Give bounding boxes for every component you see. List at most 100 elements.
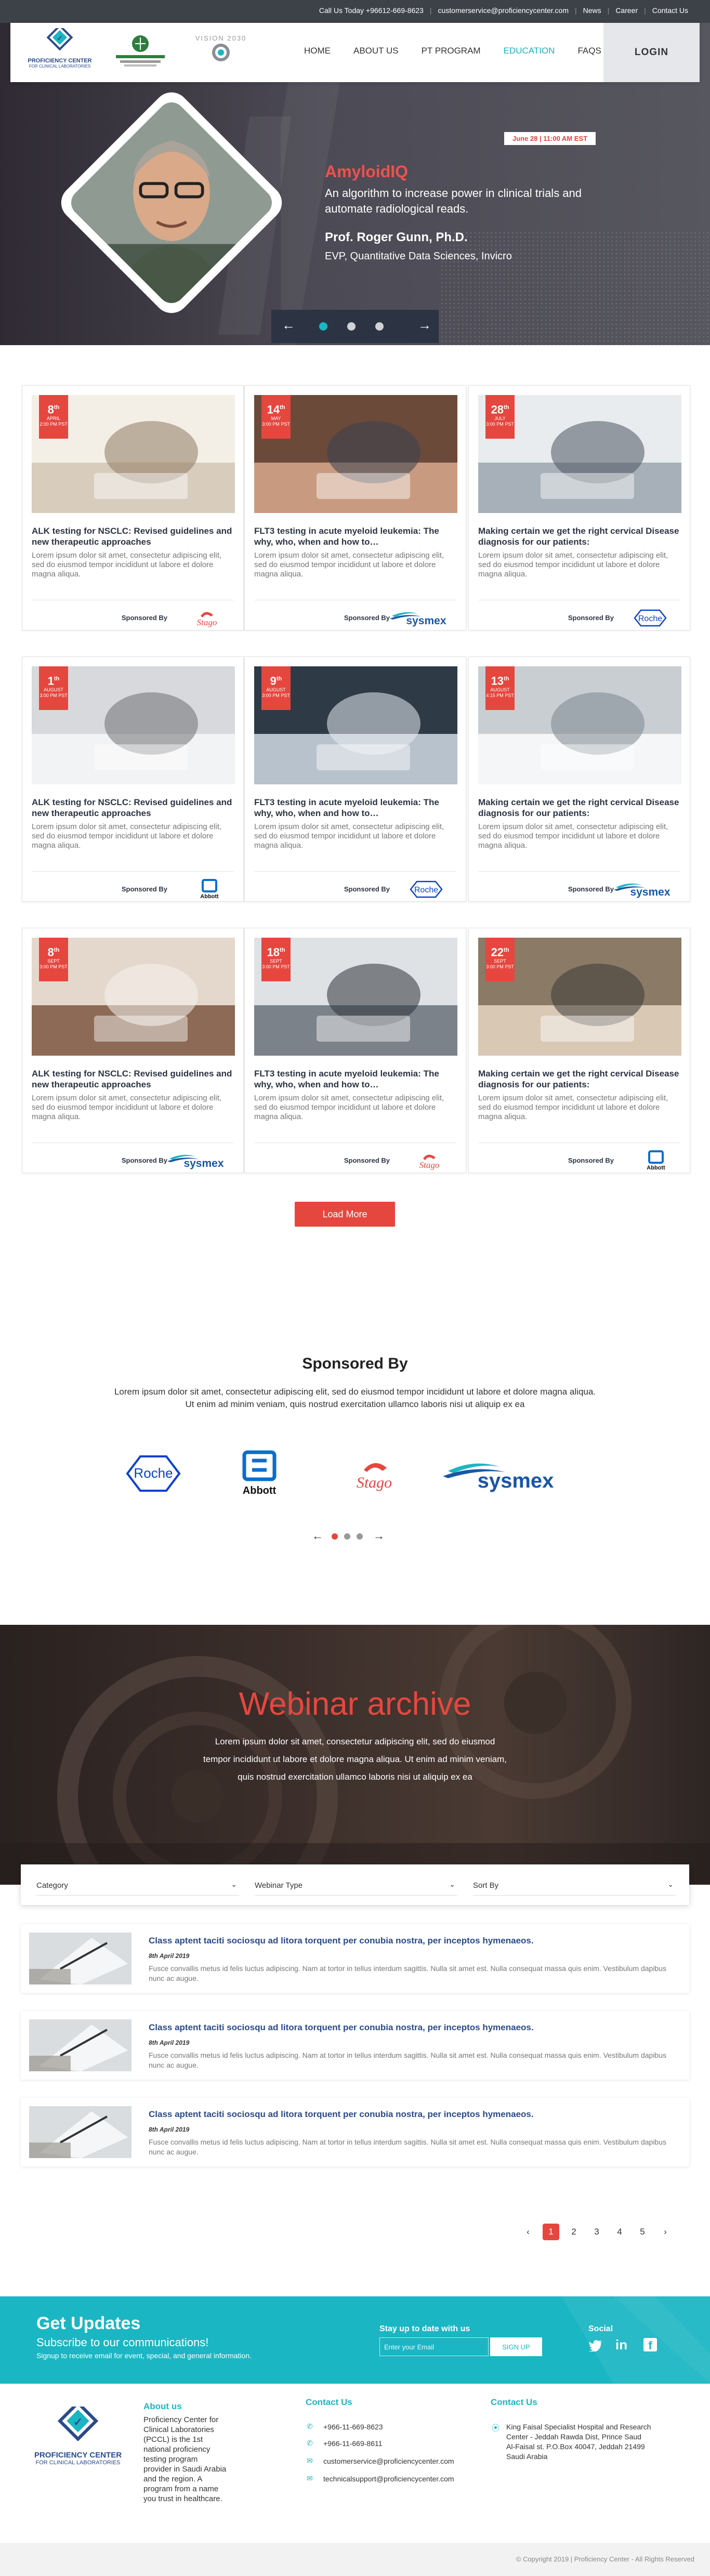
archive-item[interactable]: Class aptent taciti sociosqu ad litora t… bbox=[21, 2011, 689, 2080]
page-5[interactable]: 5 bbox=[634, 2224, 651, 2240]
archive-item-title[interactable]: Class aptent taciti sociosqu ad litora t… bbox=[149, 2022, 534, 2033]
webinar-card-footer: Sponsored By Roche bbox=[254, 871, 456, 902]
webinar-card[interactable]: 28th JULY 3:00 PM PST Making certain we get… bbox=[468, 385, 690, 630]
nav-about-us[interactable]: ABOUT US bbox=[353, 46, 399, 56]
archive-item[interactable]: Class aptent taciti sociosqu ad litora t… bbox=[21, 1924, 689, 1993]
topbar-contact-link[interactable]: Contact Us bbox=[646, 6, 694, 15]
webinar-card-text: Lorem ipsum dolor sit amet, consectetur … bbox=[478, 551, 668, 579]
slider-prev-arrow-icon[interactable]: ← bbox=[282, 317, 295, 333]
facebook-icon[interactable]: f bbox=[643, 2338, 657, 2352]
sponsors-dot[interactable] bbox=[344, 1533, 350, 1540]
footer-email-2[interactable]: technicalsupport@proficiencycenter.com bbox=[323, 2474, 454, 2484]
webinar-card-title[interactable]: Making certain we get the right cervical… bbox=[478, 797, 681, 819]
archive-item-thumbnail bbox=[29, 2019, 132, 2071]
webinar-card[interactable]: 8th APRIL 2:00 PM PST ALK testing for NSCLC… bbox=[22, 385, 244, 630]
footer-logo[interactable]: ✓ PROFICIENCY CENTER FOR CLINICAL LABORA… bbox=[31, 2400, 125, 2466]
archive-item-title[interactable]: Class aptent taciti sociosqu ad litora t… bbox=[149, 1936, 534, 1946]
topbar-email-link[interactable]: customerservice@proficiencycenter.com bbox=[431, 6, 575, 15]
webinar-card-footer: Sponsored By sysmex bbox=[32, 1142, 234, 1174]
webinar-card[interactable]: 14th MAY 3:00 PM PST FLT3 testing in acute … bbox=[244, 385, 466, 630]
page-1[interactable]: 1 bbox=[543, 2224, 559, 2240]
webinar-card-title[interactable]: FLT3 testing in acute myeloid leukemia: … bbox=[254, 797, 457, 819]
linkedin-icon[interactable]: in bbox=[615, 2337, 627, 2353]
footer-contact-title-2: Contact Us bbox=[491, 2397, 537, 2407]
badge-day: 22th bbox=[491, 945, 509, 959]
webinar-card-title[interactable]: FLT3 testing in acute myeloid leukemia: … bbox=[254, 525, 457, 547]
pagination-next-icon[interactable]: › bbox=[657, 2224, 674, 2240]
webinar-card-title[interactable]: Making certain we get the right cervical… bbox=[478, 1068, 681, 1090]
webinar-card[interactable]: 9th AUGUST 3:00 PM PST FLT3 testing in acut… bbox=[244, 656, 466, 902]
top-bar: Call Us Today +96612-669-8623 | customers… bbox=[0, 0, 710, 23]
pagination: ‹ 1 2 3 4 5 › bbox=[520, 2224, 674, 2240]
slider-dot-active[interactable] bbox=[319, 322, 327, 331]
nav-pt-program[interactable]: PT PROGRAM bbox=[422, 46, 481, 56]
pagination-prev-icon[interactable]: ‹ bbox=[520, 2224, 536, 2240]
sponsor-logo-stago[interactable]: Stago bbox=[343, 1455, 405, 1497]
footer-phone-1[interactable]: +966-11-669-8623 bbox=[323, 2422, 383, 2432]
webinar-card-title[interactable]: ALK testing for NSCLC: Revised guideline… bbox=[32, 1068, 235, 1090]
badge-time: 2:00 PM PST bbox=[40, 422, 68, 427]
sponsor-logo-sysmex[interactable]: sysmex bbox=[443, 1455, 562, 1497]
archive-description: Lorem ipsum dolor sit amet, consectetur … bbox=[203, 1737, 507, 1782]
badge-time: 3:00 PM PST bbox=[262, 964, 290, 970]
badge-month: AUGUST bbox=[44, 687, 63, 693]
archive-item-title[interactable]: Class aptent taciti sociosqu ad litora t… bbox=[149, 2109, 534, 2120]
nav-education[interactable]: EDUCATION bbox=[504, 46, 555, 56]
topbar-career-link[interactable]: Career bbox=[609, 6, 644, 15]
signup-button[interactable]: SIGN UP bbox=[490, 2337, 542, 2356]
slider-dot[interactable] bbox=[347, 322, 356, 331]
archive-item-text: Fusce convallis metus id felis luctus ad… bbox=[149, 2051, 667, 2069]
webinar-card[interactable]: 18th SEPT 3:00 PM PST FLT3 testing in acute… bbox=[244, 928, 466, 1173]
pccl-logo-icon: ✓ bbox=[46, 24, 73, 51]
site-logo[interactable]: ✓ PROFICIENCY CENTER FOR CLINICAL LABORA… bbox=[21, 24, 99, 77]
card-sponsor-logo: sysmex bbox=[167, 1150, 225, 1171]
sponsor-logo-abbott[interactable]: Abbott bbox=[231, 1450, 294, 1497]
archive-item[interactable]: Class aptent taciti sociosqu ad litora t… bbox=[21, 2098, 689, 2166]
card-sponsor-logo: sysmex bbox=[614, 879, 671, 900]
slider-next-arrow-icon[interactable]: → bbox=[418, 317, 431, 333]
nav-faqs[interactable]: FAQS bbox=[577, 46, 601, 56]
page-3[interactable]: 3 bbox=[588, 2224, 605, 2240]
webinar-card[interactable]: 22th SEPT 3:00 PM PST Making certain we get… bbox=[468, 928, 690, 1173]
archive-item-thumbnail bbox=[29, 1933, 132, 1984]
webinar-date-badge: 8th APRIL 2:00 PM PST bbox=[39, 395, 68, 439]
nav-home[interactable]: HOME bbox=[304, 46, 331, 56]
webinar-type-select[interactable]: Webinar Type ⌄ bbox=[255, 1875, 457, 1896]
twitter-icon[interactable] bbox=[588, 2339, 603, 2351]
badge-day: 8th bbox=[47, 945, 60, 959]
card-sponsor-logo: sysmex bbox=[390, 608, 447, 628]
webinar-card-title[interactable]: ALK testing for NSCLC: Revised guideline… bbox=[32, 797, 235, 819]
sponsors-next-arrow-icon[interactable]: → bbox=[373, 1529, 385, 1543]
page-2[interactable]: 2 bbox=[566, 2224, 582, 2240]
sponsor-logo-roche[interactable]: Roche bbox=[112, 1450, 195, 1497]
svg-text:✓: ✓ bbox=[57, 34, 63, 42]
archive-item-text: Fusce convallis metus id felis luctus ad… bbox=[149, 1964, 667, 1982]
webinar-card[interactable]: 1th AUGUST 3:00 PM PST ALK testing for NSCL… bbox=[22, 656, 244, 902]
category-select[interactable]: Category ⌄ bbox=[36, 1875, 239, 1896]
newsletter-email-input[interactable]: Enter your Email bbox=[379, 2337, 489, 2356]
slider-dot[interactable] bbox=[375, 322, 384, 331]
page-4[interactable]: 4 bbox=[611, 2224, 628, 2240]
webinar-card[interactable]: 13th AUGUST 4:15 PM PST Making certain we g… bbox=[468, 656, 690, 902]
load-more-button[interactable]: Load More bbox=[295, 1202, 395, 1227]
phone-icon: ✆ bbox=[307, 2422, 313, 2430]
sponsors-description: Lorem ipsum dolor sit amet, consectetur … bbox=[114, 1387, 596, 1409]
sponsors-dot-active[interactable] bbox=[332, 1533, 338, 1540]
footer-email-1[interactable]: customerservice@proficiencycenter.com bbox=[323, 2456, 454, 2466]
svg-text:sysmex: sysmex bbox=[630, 886, 670, 898]
sponsors-prev-arrow-icon[interactable]: ← bbox=[312, 1529, 323, 1543]
saudi-ministry-logo bbox=[112, 32, 169, 71]
webinar-card-title[interactable]: Making certain we get the right cervical… bbox=[478, 525, 681, 547]
webinar-card-title[interactable]: ALK testing for NSCLC: Revised guideline… bbox=[32, 525, 235, 547]
sponsored-by-label: Sponsored By bbox=[568, 1156, 614, 1164]
chevron-down-icon: ⌄ bbox=[667, 1880, 674, 1888]
login-button[interactable]: LOGIN bbox=[603, 23, 700, 82]
webinar-card-text: Lorem ipsum dolor sit amet, consectetur … bbox=[254, 551, 444, 579]
sponsors-dot[interactable] bbox=[357, 1533, 363, 1540]
topbar-news-link[interactable]: News bbox=[577, 6, 608, 15]
sort-by-select[interactable]: Sort By ⌄ bbox=[473, 1875, 676, 1896]
webinar-card[interactable]: 8th SEPT 3:00 PM PST ALK testing for NSCLC:… bbox=[22, 928, 244, 1173]
footer-phone-2[interactable]: +966-11-669-8611 bbox=[323, 2439, 383, 2449]
card-sponsor-logo: Stago bbox=[167, 608, 225, 628]
webinar-card-title[interactable]: FLT3 testing in acute myeloid leukemia: … bbox=[254, 1068, 457, 1090]
